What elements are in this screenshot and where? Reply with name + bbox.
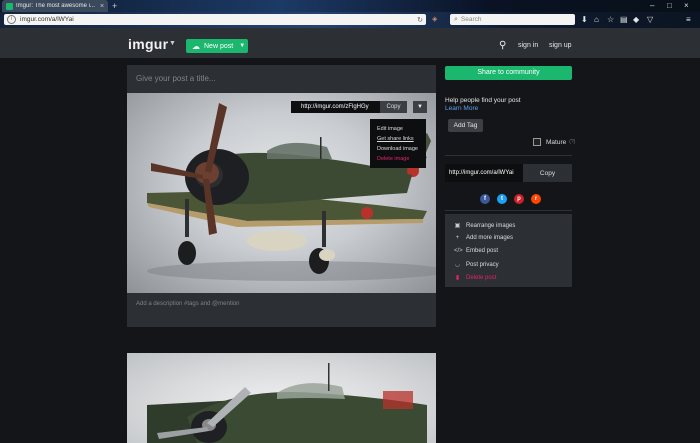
option-label: Embed post [466, 248, 499, 254]
reddit-icon[interactable]: r [531, 194, 541, 204]
bookmark-star-icon[interactable]: ☆ [607, 15, 614, 25]
option-label: Add more images [466, 235, 514, 241]
search-bar[interactable]: ⌕ Search [450, 14, 575, 25]
browser-tab-bar: Imgur: The most awesome i... × + – □ × [0, 0, 700, 12]
help-text: Help people find your post [445, 97, 521, 104]
tab-close-icon[interactable]: × [100, 3, 104, 10]
upload-cloud-icon: ☁ [192, 41, 200, 51]
plus-icon: + [455, 235, 460, 241]
share-to-community-button[interactable]: Share to community [445, 66, 572, 80]
copy-link-button[interactable]: Copy [380, 101, 407, 113]
search-icon[interactable]: ⚲ [499, 40, 506, 51]
post-link-field[interactable]: http://imgur.com/a/lWYai [445, 164, 523, 182]
browser-tab[interactable]: Imgur: The most awesome i... × [2, 0, 108, 12]
chevron-down-icon: ▼ [239, 43, 246, 49]
facebook-icon[interactable]: f [480, 194, 490, 204]
home-icon[interactable]: ⌂ [594, 15, 599, 25]
browser-nav-bar: i imgur.com/a/lWYai ↻ ◈ ⌕ Search ⬇ ⌂ ☆ ▤… [0, 12, 700, 28]
new-tab-icon[interactable]: + [112, 1, 117, 11]
new-post-button[interactable]: ☁ New post ▼ [186, 39, 248, 53]
menu-icon[interactable]: ≡ [686, 15, 691, 25]
add-more-images-option[interactable]: + Add more images [454, 235, 513, 241]
sign-up-link[interactable]: sign up [549, 42, 572, 49]
mature-checkbox[interactable] [533, 138, 541, 146]
extension-icon[interactable]: ◈ [432, 15, 437, 23]
minimize-icon[interactable]: – [650, 0, 654, 11]
tab-title: Imgur: The most awesome i... [16, 3, 95, 9]
chevron-down-icon: ▼ [417, 104, 423, 110]
image-link-bar: http://imgur.com/zFlgHGy Copy [291, 101, 407, 113]
post-image-second[interactable] [127, 353, 436, 443]
reload-icon[interactable]: ↻ [417, 16, 423, 24]
option-label: Post privacy [466, 261, 499, 268]
post-title-placeholder: Give your post a title... [136, 74, 216, 83]
post-title-input[interactable]: Give your post a title... [127, 65, 436, 93]
site-info-icon[interactable]: i [7, 15, 16, 24]
reader-icon[interactable]: ▤ [620, 15, 628, 25]
divider [445, 155, 572, 156]
imgur-favicon-icon [6, 2, 13, 10]
image-options-menu: Edit image Get share links Download imag… [370, 119, 426, 168]
airplane-photo-second [147, 363, 427, 443]
post-options-panel: ▣ Rearrange images + Add more images </>… [445, 214, 572, 287]
address-bar[interactable]: i imgur.com/a/lWYai ↻ [4, 14, 426, 25]
menu-item-download-image[interactable]: Download image [377, 146, 418, 152]
new-post-label: New post [204, 42, 234, 50]
option-label: Delete post [466, 274, 497, 281]
twitter-icon[interactable]: t [497, 194, 507, 204]
trash-icon: ▮ [455, 275, 460, 281]
menu-item-delete-image[interactable]: Delete image [377, 156, 409, 162]
image-options-button[interactable]: ▼ [413, 101, 427, 113]
menu-item-get-share-links[interactable]: Get share links [377, 136, 414, 142]
pinterest-icon[interactable]: p [514, 194, 524, 204]
close-window-icon[interactable]: × [684, 0, 689, 11]
learn-more-link[interactable]: Learn More [445, 105, 478, 112]
download-icon[interactable]: ⬇ [581, 15, 588, 25]
post-privacy-option[interactable]: ◡ Post privacy [454, 261, 499, 269]
divider [445, 210, 572, 211]
post-share-link: http://imgur.com/a/lWYai Copy [445, 164, 572, 182]
description-placeholder: Add a description #tags and @mention [136, 301, 240, 307]
embed-post-option[interactable]: </> Embed post [454, 248, 498, 254]
mature-help-icon[interactable]: (?) [569, 139, 575, 145]
imgur-logo[interactable]: imgur [128, 36, 168, 52]
rearrange-images-option[interactable]: ▣ Rearrange images [454, 222, 516, 230]
sign-in-link[interactable]: sign in [518, 42, 538, 49]
pocket-icon[interactable]: ▽ [647, 15, 653, 25]
eye-icon: ◡ [454, 262, 461, 268]
chevron-down-icon[interactable]: ▼ [169, 40, 176, 47]
delete-post-option[interactable]: ▮ Delete post [454, 274, 497, 282]
mature-label: Mature [546, 138, 567, 146]
image-link-field[interactable]: http://imgur.com/zFlgHGy [301, 104, 374, 110]
add-tag-button[interactable]: Add Tag [448, 119, 483, 132]
rearrange-icon: ▣ [454, 223, 461, 229]
shield-icon[interactable]: ◆ [633, 15, 639, 25]
site-header [0, 28, 700, 58]
menu-item-edit-image[interactable]: Edit image [377, 126, 403, 132]
description-input[interactable]: Add a description #tags and @mention [127, 293, 436, 327]
copy-post-link-button[interactable]: Copy [523, 170, 572, 177]
maximize-icon[interactable]: □ [667, 0, 672, 11]
search-placeholder: Search [460, 16, 482, 23]
address-text[interactable]: imgur.com/a/lWYai [20, 16, 74, 23]
option-label: Rearrange images [466, 222, 516, 229]
mature-toggle[interactable]: Mature (?) [533, 138, 575, 146]
search-icon: ⌕ [454, 15, 458, 23]
code-icon: </> [454, 248, 463, 254]
